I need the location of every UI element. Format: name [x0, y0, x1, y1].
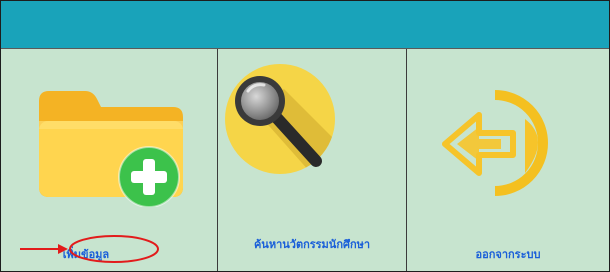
menu-panel: เพิ่มข้อมูล ค้นหานวัตกรรมนักศึกษา ออกจาก… — [0, 0, 610, 272]
menu-item-search-innovation[interactable]: ค้นหานวัตกรรมนักศึกษา — [218, 49, 407, 271]
annotation-highlight-ellipse — [69, 235, 159, 263]
logout-arrow-icon[interactable] — [439, 89, 569, 199]
menu-item-label[interactable]: ออกจากระบบ — [407, 245, 609, 263]
folder-add-icon[interactable] — [33, 87, 199, 207]
magnifier-icon[interactable] — [224, 59, 336, 201]
annotation-arrow-icon — [20, 244, 68, 254]
menu-item-label[interactable]: ค้นหานวัตกรรมนักศึกษา — [218, 235, 406, 253]
menu-item-logout[interactable]: ออกจากระบบ — [407, 49, 609, 271]
header-bar — [1, 1, 609, 49]
